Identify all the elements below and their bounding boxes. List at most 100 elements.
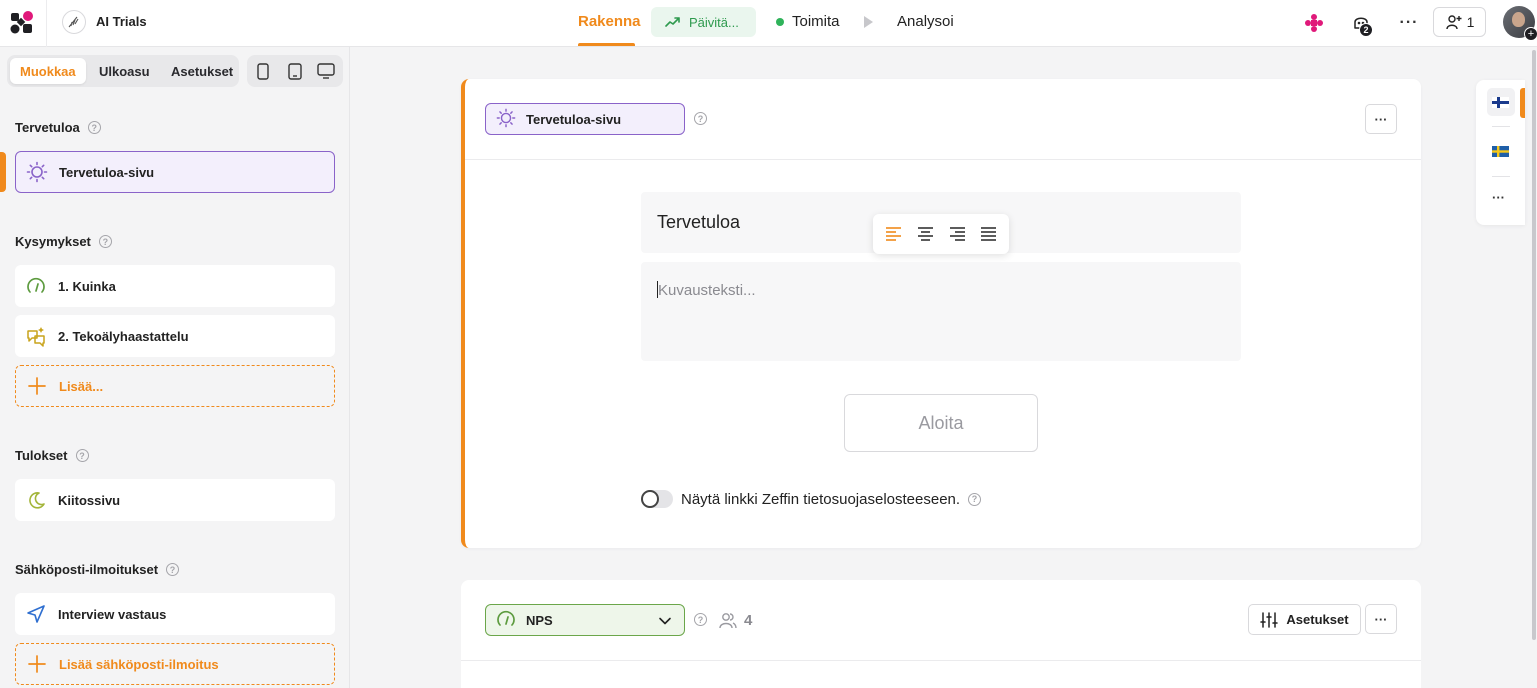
avatar-plus-icon: + — [1524, 27, 1537, 41]
section-email: Sähköposti-ilmoitukset ? — [15, 562, 180, 577]
integrations-icon[interactable] — [1301, 10, 1327, 36]
help-icon[interactable]: ? — [694, 112, 707, 125]
collaborators-count: 1 — [1466, 14, 1475, 30]
help-icon[interactable]: ? — [87, 121, 101, 134]
nav-rakenna[interactable]: Rakenna — [578, 13, 641, 30]
mobile-icon[interactable] — [254, 62, 272, 80]
add-user-icon — [1445, 15, 1462, 30]
scrollbar-thumb[interactable] — [1532, 50, 1536, 640]
sidebar: Muokkaa Ulkoasu Asetukset Tervetuloa ? T… — [0, 47, 350, 688]
section-questions: Kysymykset ? — [15, 234, 112, 249]
play-icon — [864, 16, 873, 28]
add-email-label: Lisää sähköposti-ilmoitus — [59, 656, 219, 672]
chevron-down-icon — [659, 617, 671, 625]
tablet-icon[interactable] — [286, 62, 304, 80]
section-email-title: Sähköposti-ilmoitukset — [15, 562, 159, 577]
welcome-page-editor: Tervetuloa-sivu ? ··· Tervetuloa Kuvaust… — [461, 79, 1421, 548]
privacy-toggle-label: Näytä linkki Zeffin tietosuojaselosteese… — [681, 490, 961, 508]
respondent-count: 4 — [718, 610, 752, 630]
sidebar-item-thank-you[interactable]: Kiitossivu — [15, 479, 335, 521]
settings-label: Asetukset — [1286, 612, 1349, 627]
help-icon[interactable]: ? — [75, 449, 89, 462]
description-input[interactable]: Kuvausteksti... — [641, 262, 1241, 361]
page-type-label: Tervetuloa-sivu — [526, 111, 622, 127]
sun-icon — [26, 161, 48, 183]
finnish-flag-icon[interactable] — [1492, 97, 1509, 108]
align-justify-icon[interactable] — [980, 226, 997, 242]
align-right-icon[interactable] — [949, 226, 966, 242]
add-email-notification-button[interactable]: Lisää sähköposti-ilmoitus — [15, 643, 335, 685]
more-languages-icon[interactable]: ··· — [1492, 190, 1505, 205]
align-left-icon[interactable] — [885, 226, 902, 242]
add-question-button[interactable]: Lisää... — [15, 365, 335, 407]
section-results-title: Tulokset — [15, 448, 68, 463]
section-welcome: Tervetuloa ? — [15, 120, 101, 135]
active-language-marker — [1520, 88, 1525, 118]
notification-badge: 2 — [1359, 23, 1373, 37]
start-button-preview[interactable]: Aloita — [844, 394, 1038, 452]
sidebar-item-label: Tervetuloa-sivu — [59, 164, 155, 180]
question-type-select[interactable]: NPS — [485, 604, 685, 636]
desktop-icon[interactable] — [317, 62, 335, 80]
ai-assistant-icon[interactable]: 2 — [1348, 10, 1374, 37]
user-avatar[interactable]: + — [1503, 6, 1537, 41]
language-rail: ··· — [1476, 80, 1525, 225]
moon-icon — [25, 489, 47, 511]
plus-icon — [26, 375, 48, 397]
page-type-chip[interactable]: Tervetuloa-sivu — [485, 103, 685, 135]
nav-paivita-button[interactable]: Päivitä... — [651, 7, 756, 37]
help-icon[interactable]: ? — [694, 613, 707, 626]
arrow-right-icon — [665, 17, 680, 27]
section-welcome-title: Tervetuloa — [15, 120, 80, 135]
more-options-button[interactable]: ··· — [1365, 104, 1397, 134]
sidebar-tabs: Muokkaa Ulkoasu Asetukset — [7, 55, 239, 87]
swedish-flag-icon[interactable] — [1492, 146, 1509, 157]
help-icon[interactable]: ? — [166, 563, 180, 576]
align-center-icon[interactable] — [917, 226, 934, 242]
privacy-toggle[interactable] — [641, 490, 673, 508]
toggle-knob — [641, 490, 659, 508]
help-icon[interactable]: ? — [98, 235, 112, 248]
collaborators-button[interactable]: 1 — [1433, 7, 1486, 37]
question-card-nps: NPS ? 4 Asetukset ··· — [461, 580, 1421, 688]
project-icon[interactable] — [62, 10, 86, 34]
more-options-button[interactable]: ··· — [1365, 604, 1397, 634]
sidebar-item-question-1[interactable]: 1. Kuinka — [15, 265, 335, 307]
top-bar: AI Trials Rakenna Päivitä... Toimita Ana… — [0, 0, 1537, 47]
users-icon — [719, 613, 737, 629]
nps-gauge-icon — [496, 609, 516, 632]
sidebar-item-label: Interview vastaus — [58, 606, 167, 622]
sun-icon — [496, 108, 516, 131]
divider — [461, 660, 1421, 661]
sliders-icon — [1260, 611, 1279, 628]
nav-toimita[interactable]: Toimita — [776, 13, 840, 30]
sidebar-item-welcome-page[interactable]: Tervetuloa-sivu — [15, 151, 335, 193]
device-preview-group — [247, 55, 343, 87]
nav-toimita-label: Toimita — [792, 13, 840, 30]
tab-asetukset[interactable]: Asetukset — [161, 58, 243, 84]
respondent-count-value: 4 — [744, 611, 753, 629]
sidebar-item-label: Kiitossivu — [58, 492, 121, 508]
nav-paivita-label: Päivitä... — [689, 14, 739, 30]
section-questions-title: Kysymykset — [15, 234, 91, 249]
nav-analysoi[interactable]: Analysoi — [897, 13, 954, 30]
send-icon — [25, 603, 47, 625]
project-name[interactable]: AI Trials — [96, 14, 147, 29]
tab-ulkoasu[interactable]: Ulkoasu — [89, 58, 160, 84]
more-menu-icon[interactable]: ··· — [1396, 10, 1422, 36]
topbar-divider — [46, 0, 47, 47]
feather-icon — [68, 16, 79, 28]
help-icon[interactable]: ? — [968, 492, 982, 506]
question-type-label: NPS — [526, 612, 553, 628]
divider — [1492, 126, 1510, 127]
sidebar-item-email-notification[interactable]: Interview vastaus — [15, 593, 335, 635]
selected-item-marker — [0, 152, 6, 192]
tab-muokkaa[interactable]: Muokkaa — [10, 58, 86, 84]
status-dot — [776, 17, 784, 26]
add-question-label: Lisää... — [59, 378, 104, 394]
plus-icon — [26, 653, 48, 675]
sidebar-item-question-2[interactable]: 2. Tekoälyhaastattelu — [15, 315, 335, 357]
description-placeholder: Kuvausteksti... — [658, 282, 756, 299]
app-logo-icon[interactable] — [10, 10, 35, 35]
question-settings-button[interactable]: Asetukset — [1248, 604, 1361, 635]
